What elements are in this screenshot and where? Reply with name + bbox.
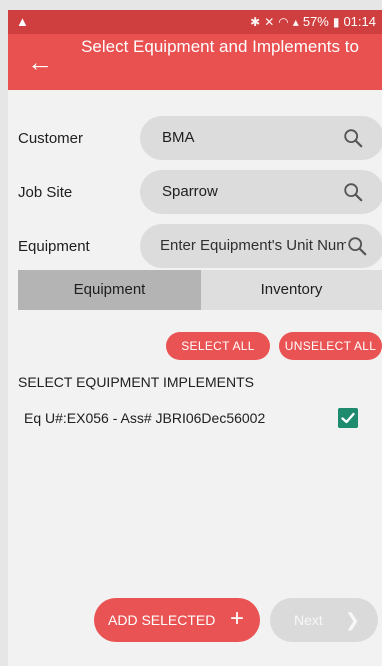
battery-percent: 57% [302,14,329,29]
tab-bar: Equipment Inventory [18,270,382,310]
checkbox-checked-icon[interactable] [338,408,358,428]
battery-icon: ▮ [332,14,340,29]
add-selected-label: ADD SELECTED [108,612,216,628]
section-title: SELECT EQUIPMENT IMPLEMENTS [18,374,254,390]
signal-icon: ▴ [292,14,299,29]
customer-row: Customer BMA [8,116,382,160]
page-title: Select Equipment and Implements to [81,37,359,56]
next-button[interactable]: Next ❯ [270,598,378,642]
equipment-input-wrap [160,237,346,254]
customer-label: Customer [18,130,84,147]
search-icon[interactable] [342,181,364,203]
add-selected-button[interactable]: ADD SELECTED + [94,598,260,642]
jobsite-field[interactable]: Sparrow [140,170,382,214]
wifi-icon: ◠ [278,14,289,29]
customer-value: BMA [162,129,195,146]
equipment-input[interactable] [160,237,346,254]
jobsite-value: Sparrow [162,183,218,200]
status-time: 01:14 [343,14,376,29]
status-bar: ▲ ✱ ✕ ◠ ▴ 57% ▮ 01:14 [8,10,382,34]
search-icon[interactable] [346,235,368,257]
equipment-label: Equipment [18,238,90,255]
back-arrow-icon[interactable]: ← [22,44,58,80]
implement-label: Eq U#:EX056 - Ass# JBRI06Dec56002 [24,410,266,426]
equipment-field[interactable] [140,224,382,268]
plus-icon: + [229,605,244,632]
phone-screen: ▲ ✱ ✕ ◠ ▴ 57% ▮ 01:14 ← Select Equipment… [8,10,382,666]
equipment-row: Equipment [8,224,382,268]
tab-inventory[interactable]: Inventory [201,270,382,310]
jobsite-row: Job Site Sparrow [8,170,382,214]
app-bar: ← Select Equipment and Implements to [8,34,382,90]
customer-field[interactable]: BMA [140,116,382,160]
mute-icon: ✕ [264,14,275,29]
next-label: Next [294,612,323,628]
search-icon[interactable] [342,127,364,149]
unselect-all-button[interactable]: UNSELECT ALL [279,332,382,360]
tab-equipment[interactable]: Equipment [18,270,201,310]
list-item[interactable]: Eq U#:EX056 - Ass# JBRI06Dec56002 [8,404,382,434]
chevron-right-icon: ❯ [344,610,360,630]
main-content: Customer BMA Job Site Sparrow Equipment [8,90,382,666]
warning-icon: ▲ [16,14,29,29]
bluetooth-icon: ✱ [250,14,261,29]
status-icons: ✱ ✕ ◠ ▴ 57% ▮ 01:14 [250,14,376,29]
select-all-button[interactable]: SELECT ALL [166,332,270,360]
jobsite-label: Job Site [18,184,73,201]
